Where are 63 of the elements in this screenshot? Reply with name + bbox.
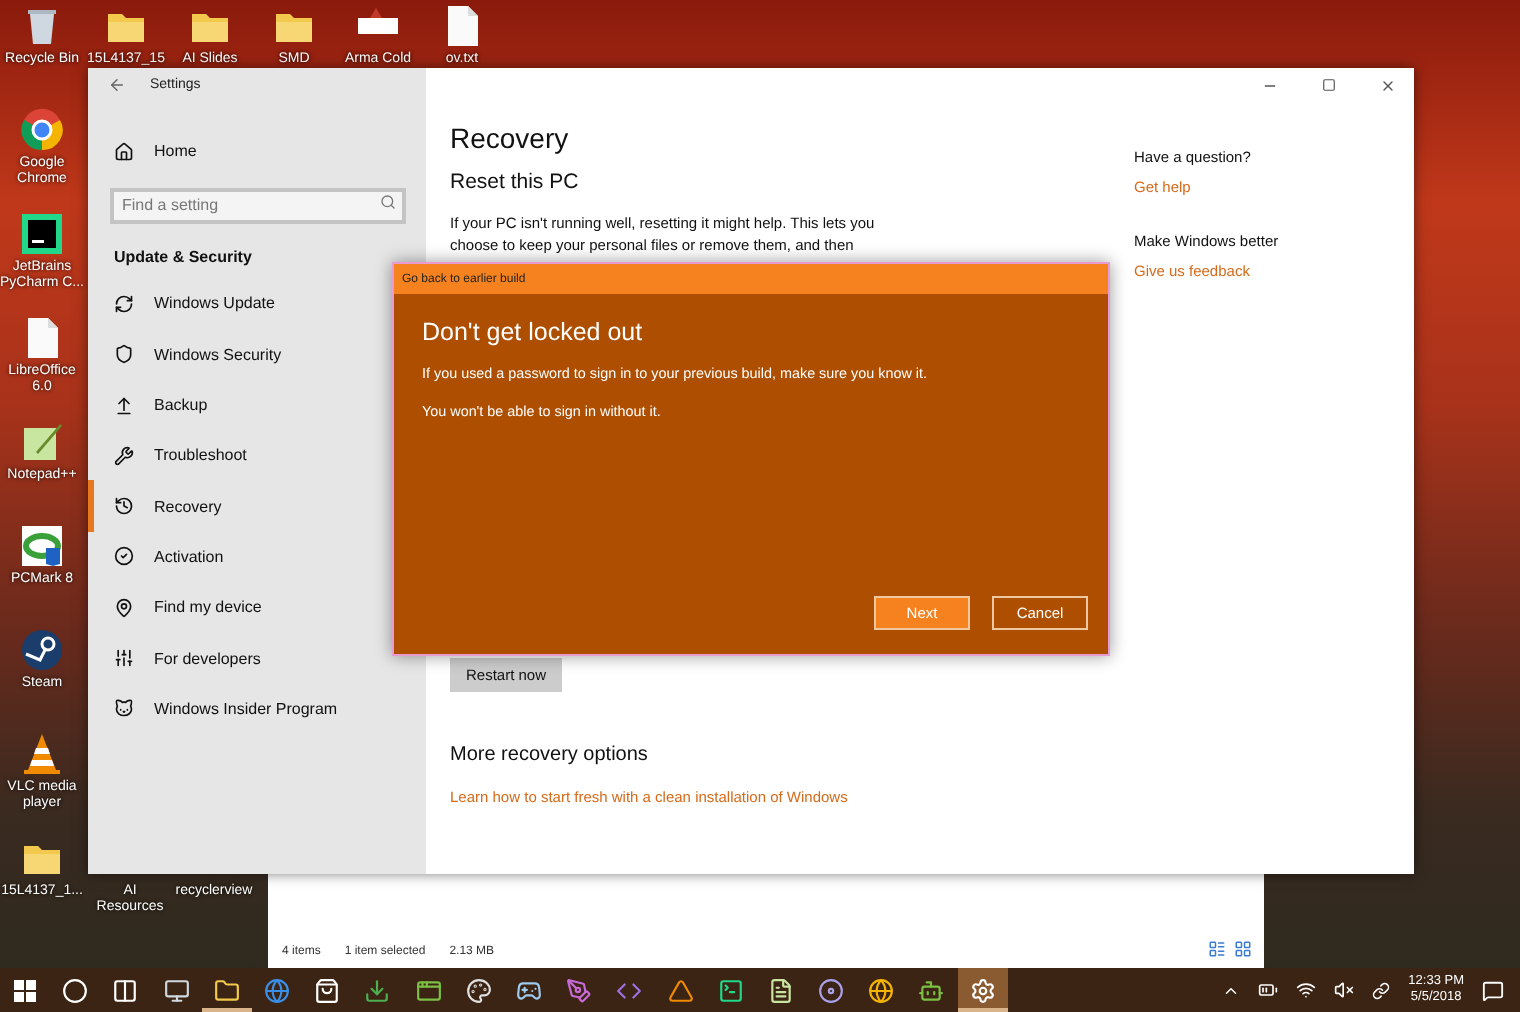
windows-logo-icon[interactable] <box>14 979 37 1001</box>
nav-item[interactable]: For developers <box>88 632 273 684</box>
app-window-icon[interactable] <box>415 977 442 1003</box>
task-view-icon[interactable] <box>112 977 139 1003</box>
location-pin-icon <box>114 597 134 618</box>
traffic-cone-icon[interactable] <box>20 732 64 776</box>
nav-item[interactable]: Find my device <box>88 582 274 633</box>
tiles-view-icon[interactable] <box>1234 940 1252 958</box>
circle-icon[interactable] <box>62 977 89 1003</box>
nav-item[interactable]: Backup <box>88 379 220 431</box>
link-icon[interactable] <box>1372 981 1391 999</box>
shopping-bag-icon[interactable] <box>314 977 341 1003</box>
wrench-icon <box>114 445 134 466</box>
section-heading: Reset this PC <box>450 170 581 194</box>
globe-icon[interactable] <box>264 977 291 1003</box>
details-view-icon[interactable] <box>1208 940 1226 958</box>
search-field[interactable]: Find a setting <box>110 187 406 224</box>
home-icon <box>114 141 134 162</box>
game-launcher-icon[interactable] <box>20 628 64 672</box>
nav-item[interactable]: Recovery <box>88 480 234 532</box>
disc-icon[interactable] <box>818 977 845 1003</box>
globe-icon[interactable] <box>20 108 64 152</box>
nav-item[interactable]: Troubleshoot <box>88 430 259 481</box>
nav-item[interactable]: Windows Security <box>88 329 294 380</box>
notepad-icon[interactable] <box>767 977 794 1003</box>
close-icon[interactable] <box>1380 77 1396 93</box>
nav-item[interactable]: Windows Update <box>88 278 287 330</box>
maximize-icon[interactable] <box>1322 78 1336 92</box>
dialog-heading: Don't get locked out <box>422 318 645 346</box>
folder-icon[interactable] <box>213 977 240 1003</box>
code-editor-icon[interactable] <box>20 212 64 256</box>
wifi-icon[interactable] <box>1296 980 1317 1000</box>
home-nav-item[interactable]: Home <box>88 126 209 177</box>
cone-icon[interactable] <box>667 977 694 1003</box>
pen-icon[interactable] <box>566 977 593 1003</box>
battery-icon[interactable] <box>1258 980 1279 1000</box>
shield-icon <box>114 344 134 365</box>
download-icon[interactable] <box>364 977 391 1003</box>
section-heading: More recovery options <box>450 744 650 766</box>
back-arrow-icon[interactable] <box>108 76 126 94</box>
search-icon[interactable] <box>380 194 396 211</box>
gamepad-icon[interactable] <box>515 977 542 1003</box>
history-icon <box>114 496 134 517</box>
muted-speaker-icon[interactable] <box>1334 980 1355 1000</box>
palette-icon[interactable] <box>465 977 492 1003</box>
code-icon[interactable] <box>616 977 643 1003</box>
nav-item[interactable]: Activation <box>88 531 236 583</box>
check-circle-icon <box>114 546 134 567</box>
sliders-icon <box>114 648 134 669</box>
section-heading: Update & Security <box>114 248 252 267</box>
refresh-icon <box>114 293 134 314</box>
globe-icon[interactable] <box>868 977 895 1003</box>
cat-icon <box>114 698 134 719</box>
nav-item[interactable]: Windows Insider Program <box>88 683 350 734</box>
terminal-icon[interactable] <box>717 977 744 1003</box>
notifications-icon[interactable] <box>1482 979 1504 1001</box>
page-title: Recovery <box>450 122 571 154</box>
upload-icon <box>114 395 134 416</box>
settings-icon[interactable] <box>969 977 996 1003</box>
computer-icon[interactable] <box>163 977 190 1003</box>
benchmark-icon[interactable] <box>20 524 64 568</box>
notepad-icon[interactable] <box>20 420 64 464</box>
robot-icon[interactable] <box>918 977 945 1003</box>
